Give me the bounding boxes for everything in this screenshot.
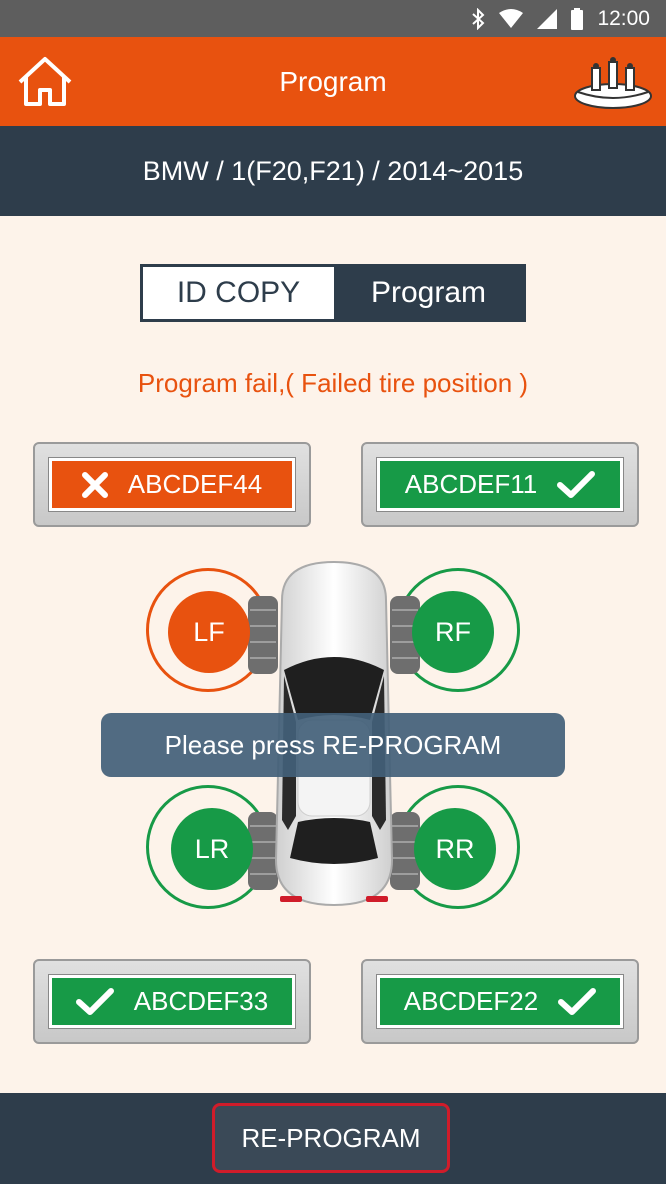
sensor-tile-rf[interactable]: ABCDEF11: [361, 442, 639, 527]
sensor-id-lr: ABCDEF33: [133, 986, 269, 1016]
sensor-tile-lf[interactable]: ABCDEF44: [33, 442, 311, 527]
sensor-tile-rr[interactable]: ABCDEF22: [361, 959, 639, 1044]
wheel-button-rf[interactable]: RF: [412, 591, 494, 673]
bluetooth-icon: [472, 7, 485, 30]
wifi-icon: [499, 8, 524, 28]
tab-program[interactable]: Program: [334, 267, 523, 319]
tab-id-copy[interactable]: ID COPY: [143, 267, 334, 319]
tpms-logo-icon: [574, 57, 652, 109]
program-status-message: Program fail,( Failed tire position ): [137, 368, 529, 398]
battery-icon: [571, 7, 584, 30]
status-time: 12:00: [597, 6, 650, 30]
signal-icon: [537, 8, 558, 29]
check-icon: [75, 987, 114, 1015]
mode-segmented-control: ID COPY Program: [140, 264, 526, 322]
check-icon: [558, 987, 597, 1015]
page-title: Program: [279, 66, 387, 97]
sensor-id-lf: ABCDEF44: [127, 469, 263, 499]
toast-message: Please press RE-PROGRAM: [101, 713, 565, 777]
wheel-button-rr[interactable]: RR: [414, 808, 496, 890]
wheel-button-lr[interactable]: LR: [171, 808, 253, 890]
sensor-id-rf: ABCDEF11: [404, 469, 538, 499]
status-bar: 12:00: [0, 0, 666, 37]
sensor-tile-lr[interactable]: ABCDEF33: [33, 959, 311, 1044]
re-program-button[interactable]: RE-PROGRAM: [212, 1103, 450, 1173]
vehicle-label: BMW / 1(F20,F21) / 2014~2015: [0, 126, 666, 216]
sensor-id-rr: ABCDEF22: [403, 986, 539, 1016]
wheel-button-lf[interactable]: LF: [168, 591, 250, 673]
check-icon: [557, 470, 596, 498]
close-icon: [81, 471, 108, 498]
app-bar: Program: [0, 37, 666, 126]
